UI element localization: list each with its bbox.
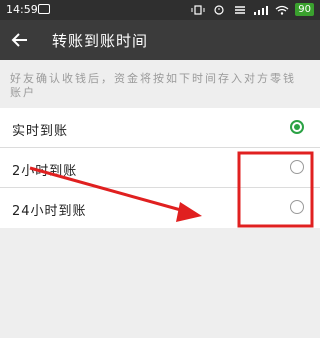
option-label: 2小时到账: [12, 164, 78, 179]
option-label: 实时到账: [12, 124, 69, 139]
status-icons: 90: [190, 3, 314, 16]
title-bar: 转账到账时间: [0, 20, 320, 60]
menu-icon: [235, 5, 246, 14]
vibrate-icon: [191, 4, 205, 15]
battery-indicator: 90: [295, 3, 314, 16]
alarm-icon: [214, 4, 224, 15]
signal-icon: [254, 5, 269, 15]
description-text: 好友确认收钱后，资金将按如下时间存入对方零钱账户: [10, 72, 296, 99]
back-arrow-icon[interactable]: [8, 28, 32, 52]
radio-checked-icon[interactable]: [290, 120, 304, 134]
message-icon: [38, 4, 50, 14]
option-realtime[interactable]: 实时到账: [0, 108, 320, 148]
option-2-hours[interactable]: 2小时到账: [0, 148, 320, 188]
status-bar: 14:59 90: [0, 0, 320, 20]
option-label: 24小时到账: [12, 204, 87, 219]
page-title: 转账到账时间: [52, 32, 149, 50]
wifi-icon: [275, 5, 289, 15]
radio-unchecked-icon[interactable]: [290, 160, 304, 174]
radio-unchecked-icon[interactable]: [290, 200, 304, 214]
option-24-hours[interactable]: 24小时到账: [0, 188, 320, 228]
option-list: 实时到账 2小时到账 24小时到账: [0, 108, 320, 228]
status-time: 14:59: [6, 3, 38, 16]
